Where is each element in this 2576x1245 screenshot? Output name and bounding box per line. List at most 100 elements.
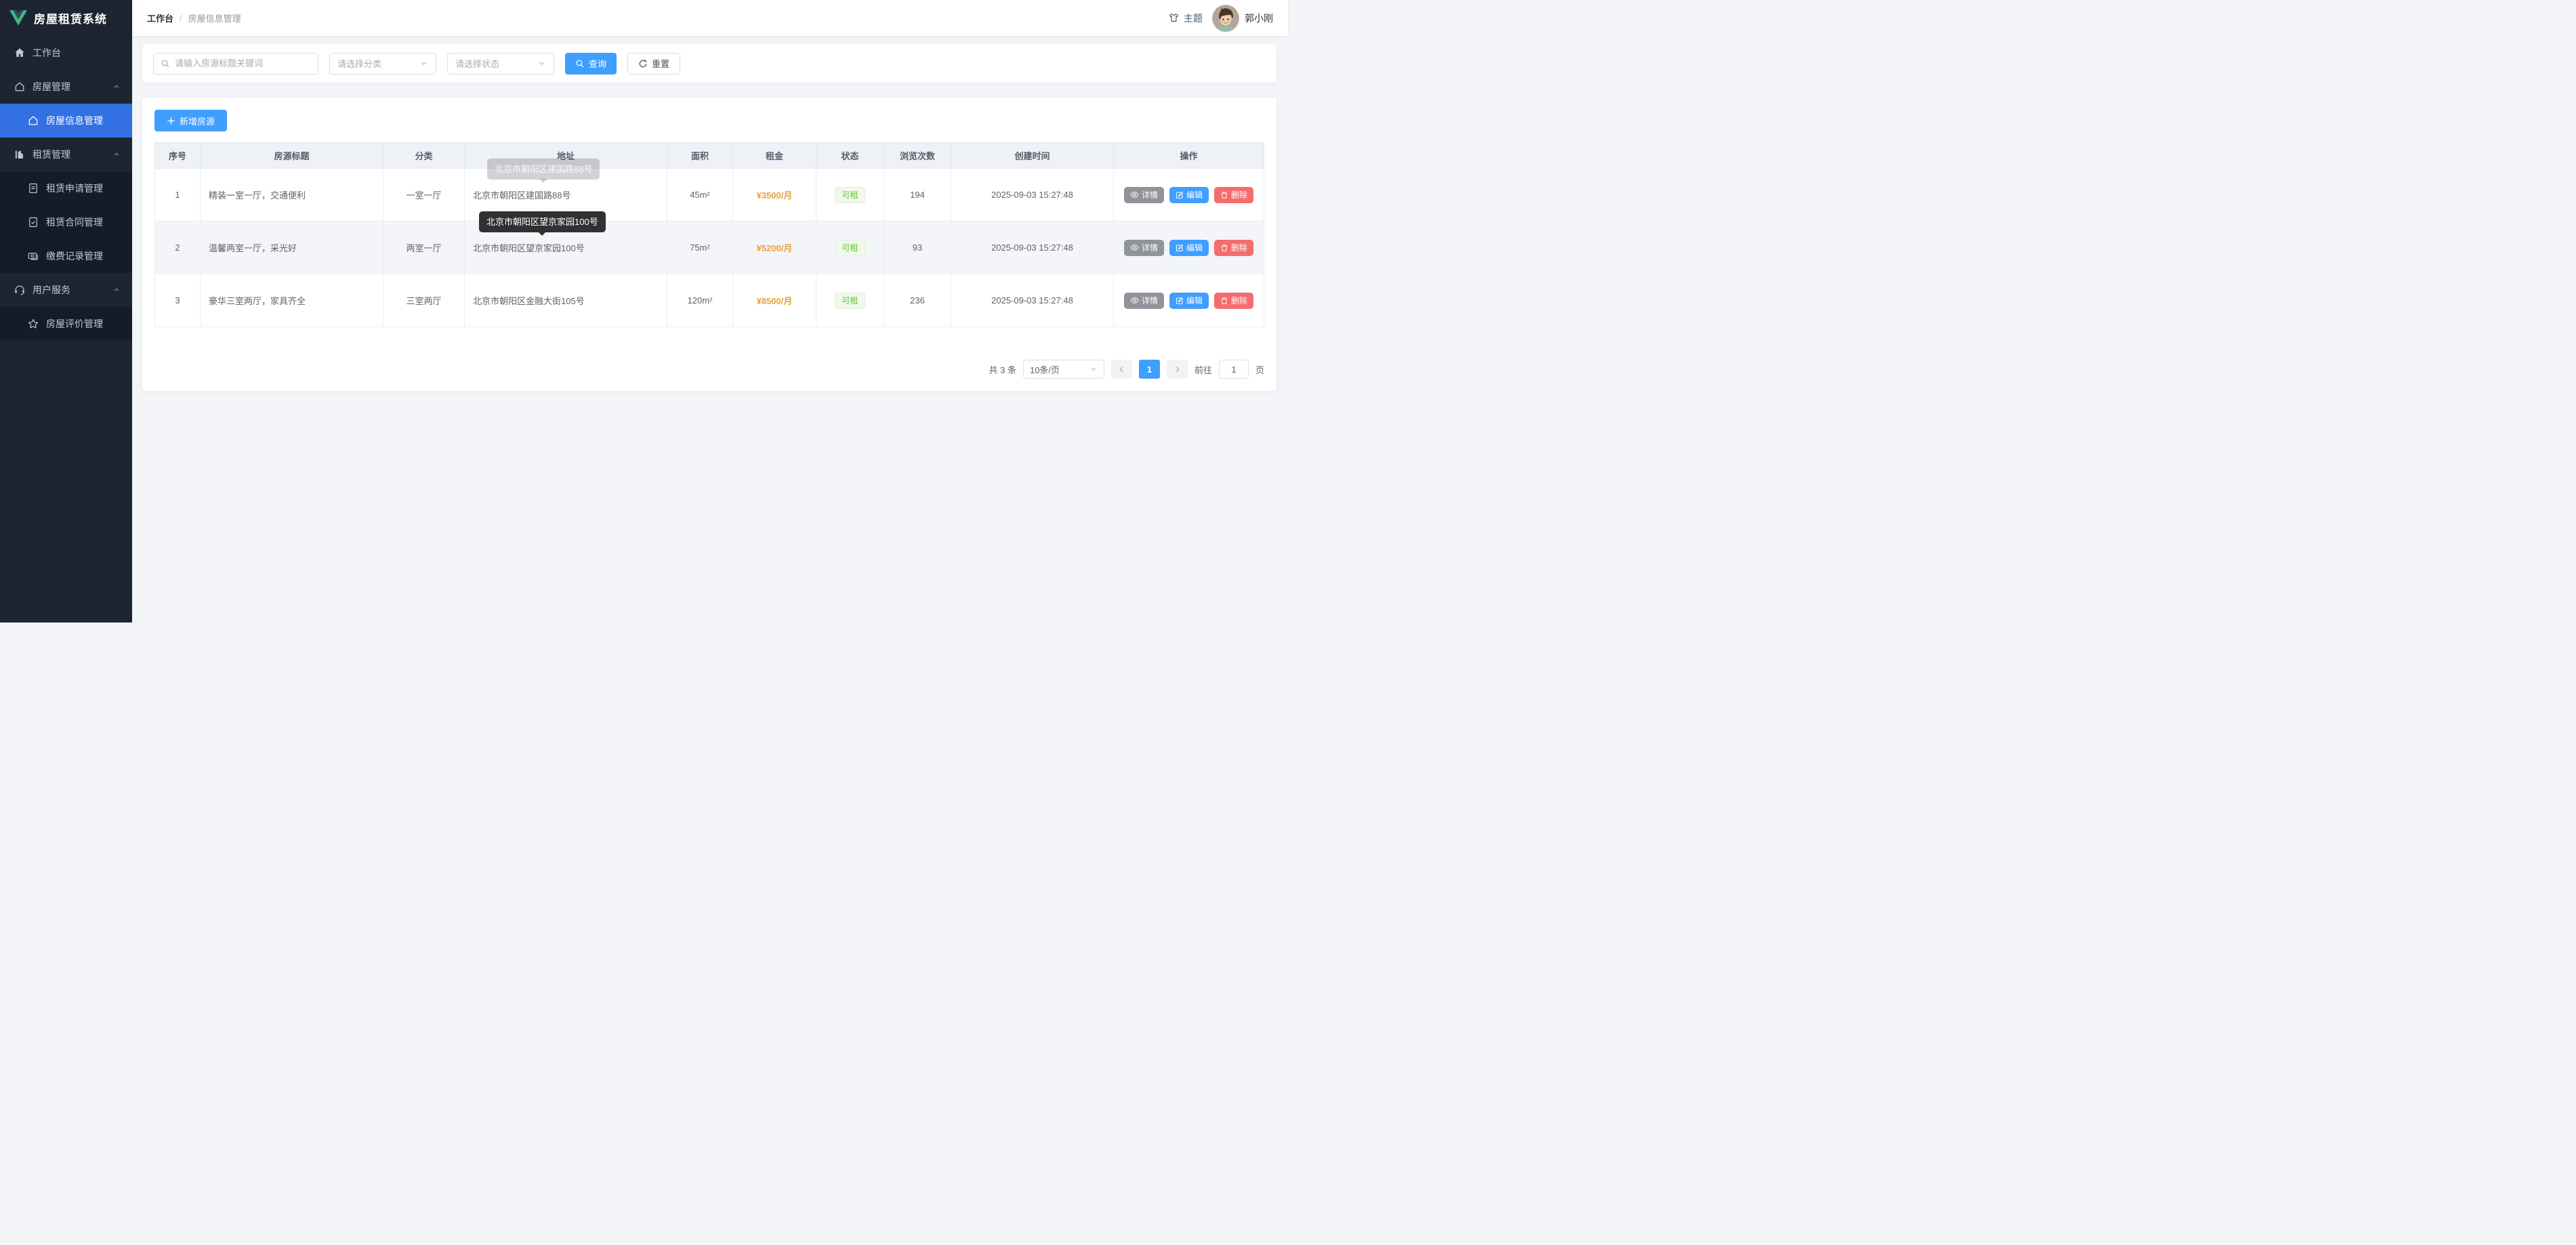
sidebar-item-label: 工作台 — [33, 46, 61, 60]
house-list-card: 新增房源 序号 房源标题 分类 地址 面积 租金 — [142, 98, 1276, 391]
refresh-icon — [638, 59, 648, 68]
cell-title: 温馨两室一厅，采光好 — [201, 221, 383, 274]
edit-button[interactable]: 编辑 — [1169, 240, 1209, 256]
breadcrumb-workbench[interactable]: 工作台 — [147, 12, 173, 24]
cell-actions: 详情 编辑 删除 — [1114, 221, 1264, 274]
edit-button[interactable]: 编辑 — [1169, 187, 1209, 203]
cell-area: 45m² — [667, 169, 733, 221]
edit-icon — [1176, 244, 1184, 252]
search-icon — [575, 59, 585, 68]
sidebar-item-house-review[interactable]: 房屋评价管理 — [0, 307, 132, 341]
sidebar-item-label: 房屋管理 — [33, 80, 70, 93]
cell-created: 2025-09-03 15:27:48 — [951, 221, 1114, 274]
chevron-down-icon — [537, 59, 546, 68]
cell-rent: ¥3500/月 — [733, 169, 816, 221]
pagination-total: 共 3 条 — [989, 363, 1016, 376]
col-actions: 操作 — [1114, 143, 1264, 169]
page-number-1[interactable]: 1 — [1139, 360, 1160, 379]
breadcrumb: 工作台 / 房屋信息管理 — [147, 12, 241, 24]
edit-label: 编辑 — [1186, 242, 1203, 253]
reset-button[interactable]: 重置 — [627, 53, 680, 75]
col-category: 分类 — [383, 143, 465, 169]
sidebar-item-label: 用户服务 — [33, 283, 70, 297]
cell-index: 2 — [155, 221, 201, 274]
eye-icon — [1130, 244, 1139, 251]
category-select[interactable]: 请选择分类 — [329, 53, 436, 75]
search-button[interactable]: 查询 — [565, 53, 617, 75]
cell-title: 精装一室一厅，交通便利 — [201, 169, 383, 221]
office-building-icon — [14, 148, 26, 161]
app-title: 房屋租赁系统 — [34, 9, 107, 26]
table-header-row: 序号 房源标题 分类 地址 面积 租金 状态 浏览次数 创建时间 操作 — [155, 143, 1264, 169]
sidebar-item-house-mgmt[interactable]: 房屋管理 — [0, 70, 132, 104]
trash-icon — [1220, 244, 1228, 252]
sidebar-item-lease-mgmt[interactable]: 租赁管理 — [0, 138, 132, 171]
edit-label: 编辑 — [1186, 295, 1203, 306]
topbar-right: 主题 — [1168, 5, 1273, 32]
document-icon — [27, 182, 39, 194]
reset-button-label: 重置 — [652, 57, 669, 70]
chevron-up-icon — [112, 82, 121, 91]
theme-toggle[interactable]: 主题 — [1168, 12, 1203, 25]
prev-page-button[interactable] — [1111, 360, 1132, 379]
cell-index: 3 — [155, 274, 201, 327]
submenu-lease: 租赁申请管理 租赁合同管理 缴费记录管理 — [0, 171, 132, 273]
col-created: 创建时间 — [951, 143, 1114, 169]
page-size-select[interactable]: 10条/页 — [1023, 360, 1104, 379]
home-icon — [14, 47, 26, 59]
goto-page-input[interactable] — [1219, 360, 1249, 379]
chevron-up-icon — [112, 285, 121, 295]
delete-button[interactable]: 删除 — [1214, 293, 1253, 309]
goto-label: 前往 — [1194, 363, 1212, 376]
keyword-input[interactable] — [175, 58, 311, 68]
shirt-icon — [1168, 12, 1180, 24]
cell-status: 可租 — [816, 169, 884, 221]
detail-button[interactable]: 详情 — [1124, 187, 1164, 203]
sidebar-item-workbench[interactable]: 工作台 — [0, 36, 132, 70]
cell-area: 75m² — [667, 221, 733, 274]
chevron-down-icon — [1089, 365, 1098, 373]
delete-button[interactable]: 删除 — [1214, 240, 1253, 256]
add-house-button[interactable]: 新增房源 — [154, 110, 227, 131]
search-button-label: 查询 — [589, 57, 606, 70]
detail-button[interactable]: 详情 — [1124, 240, 1164, 256]
detail-button[interactable]: 详情 — [1124, 293, 1164, 309]
address-tooltip: 北京市朝阳区望京家园100号 — [479, 211, 606, 232]
edit-icon — [1176, 191, 1184, 199]
sidebar-item-lease-contract[interactable]: 租赁合同管理 — [0, 205, 132, 239]
eye-icon — [1130, 297, 1139, 304]
page-size-value: 10条/页 — [1030, 363, 1060, 376]
trash-icon — [1220, 191, 1228, 199]
sidebar-item-house-info[interactable]: 房屋信息管理 — [0, 104, 132, 138]
next-page-button[interactable] — [1167, 360, 1188, 379]
arrow-right-icon — [1173, 365, 1182, 374]
breadcrumb-separator: / — [180, 13, 182, 23]
sidebar: 房屋租赁系统 工作台 房屋管理 — [0, 0, 132, 622]
col-views: 浏览次数 — [884, 143, 951, 169]
status-select-placeholder: 请选择状态 — [455, 57, 499, 70]
user-menu[interactable]: 郭小刚 — [1212, 5, 1273, 32]
status-select[interactable]: 请选择状态 — [447, 53, 554, 75]
cell-created: 2025-09-03 15:27:48 — [951, 169, 1114, 221]
detail-label: 详情 — [1142, 295, 1158, 306]
detail-label: 详情 — [1142, 242, 1158, 253]
main-area: 工作台 / 房屋信息管理 主题 — [132, 0, 1288, 622]
house-icon — [27, 114, 39, 127]
cell-category: 一室一厅 — [383, 169, 465, 221]
sidebar-item-user-service[interactable]: 用户服务 — [0, 273, 132, 307]
sidebar-item-lease-apply[interactable]: 租赁申请管理 — [0, 171, 132, 205]
content: 请选择分类 请选择状态 查询 — [132, 36, 1288, 622]
col-rent: 租金 — [733, 143, 816, 169]
edit-button[interactable]: 编辑 — [1169, 293, 1209, 309]
col-title: 房源标题 — [201, 143, 383, 169]
sidebar-item-label: 房屋信息管理 — [46, 114, 103, 127]
edit-icon — [1176, 297, 1184, 305]
cell-category: 三室两厅 — [383, 274, 465, 327]
delete-button[interactable]: 删除 — [1214, 187, 1253, 203]
address-tooltip-fading: 北京市朝阳区建国路88号 — [487, 159, 600, 180]
page-unit-label: 页 — [1255, 363, 1264, 376]
cell-category: 两室一厅 — [383, 221, 465, 274]
eye-icon — [1130, 191, 1139, 198]
sidebar-item-payment-records[interactable]: 缴费记录管理 — [0, 239, 132, 273]
category-select-placeholder: 请选择分类 — [337, 57, 381, 70]
